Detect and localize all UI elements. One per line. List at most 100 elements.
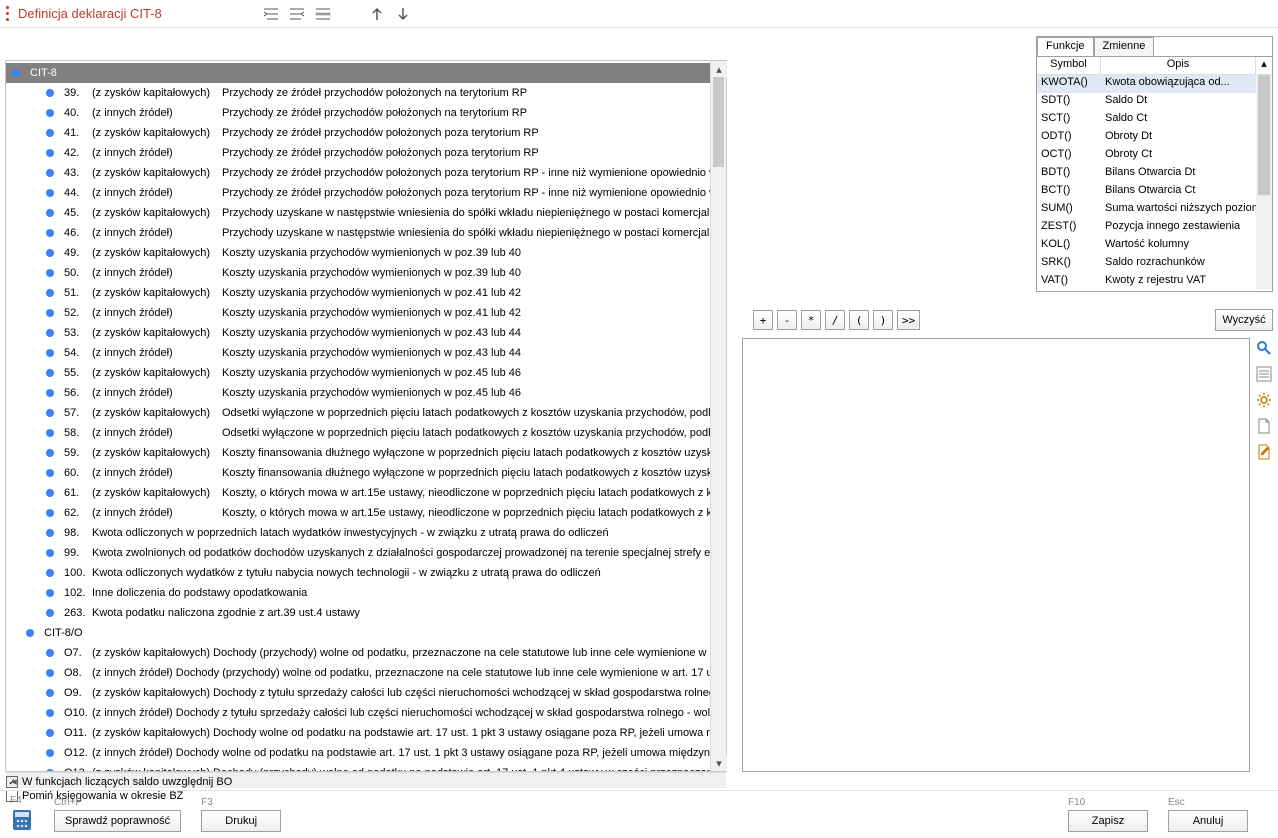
- function-row[interactable]: SUM()Suma wartości niższych poziomów: [1037, 201, 1272, 219]
- tree-row[interactable]: 60.(z innych źródeł)Koszty finansowania …: [6, 463, 726, 483]
- tree-row[interactable]: 52.(z innych źródeł)Koszty uzyskania prz…: [6, 303, 726, 323]
- save-button[interactable]: Zapisz: [1068, 810, 1148, 832]
- edit-icon[interactable]: [1254, 442, 1274, 462]
- rtable-scrollbar[interactable]: [1256, 75, 1272, 289]
- col-header-opis[interactable]: Opis: [1101, 57, 1256, 74]
- tree-row[interactable]: O12.(z innych źródeł) Dochody wolne od p…: [6, 743, 726, 763]
- function-symbol: BCT(): [1037, 183, 1101, 201]
- function-row[interactable]: BCT()Bilans Otwarcia Ct: [1037, 183, 1272, 201]
- function-symbol: KWOTA(): [1037, 75, 1101, 93]
- tree-row[interactable]: O8.(z innych źródeł) Dochody (przychody)…: [6, 663, 726, 683]
- function-row[interactable]: SCT()Saldo Ct: [1037, 111, 1272, 129]
- tree-row[interactable]: 263.Kwota podatku naliczona zgodnie z ar…: [6, 603, 726, 623]
- scroll-up-small-icon[interactable]: ▴: [1256, 57, 1272, 74]
- arrow-down-icon[interactable]: [394, 5, 412, 23]
- tree-root-cit8[interactable]: CIT-8: [6, 63, 726, 83]
- arrow-up-icon[interactable]: [368, 5, 386, 23]
- tree-row[interactable]: 40.(z innych źródeł)Przychody ze źródeł …: [6, 103, 726, 123]
- tree-row[interactable]: 51.(z zysków kapitałowych)Koszty uzyskan…: [6, 283, 726, 303]
- scroll-down-icon[interactable]: ▾: [711, 755, 727, 771]
- row-text: (z zysków kapitałowych) Dochody (przycho…: [92, 647, 726, 659]
- tree-row[interactable]: 44.(z innych źródeł)Przychody ze źródeł …: [6, 183, 726, 203]
- op-mul-button[interactable]: *: [801, 310, 821, 330]
- op-more-button[interactable]: >>: [897, 310, 920, 330]
- collapse-all-icon[interactable]: [288, 5, 306, 23]
- function-row[interactable]: ZEST()Pozycja innego zestawienia: [1037, 219, 1272, 237]
- op-lparen-button[interactable]: (: [849, 310, 869, 330]
- tree-row[interactable]: 55.(z zysków kapitałowych)Koszty uzyskan…: [6, 363, 726, 383]
- row-number: 60.: [64, 467, 92, 479]
- tree-row[interactable]: 43.(z zysków kapitałowych)Przychody ze ź…: [6, 163, 726, 183]
- tree-row[interactable]: 41.(z zysków kapitałowych)Przychody ze ź…: [6, 123, 726, 143]
- list-icon[interactable]: [1254, 364, 1274, 384]
- tree-row[interactable]: 58.(z innych źródeł)Odsetki wyłączone w …: [6, 423, 726, 443]
- search-icon[interactable]: [1254, 338, 1274, 358]
- op-div-button[interactable]: /: [825, 310, 845, 330]
- expand-all-icon[interactable]: [262, 5, 280, 23]
- tree-row[interactable]: 62.(z innych źródeł)Koszty, o których mo…: [6, 503, 726, 523]
- row-text: Koszty uzyskania przychodów wymienionych…: [222, 307, 521, 319]
- row-number: 100.: [64, 567, 92, 579]
- tree-row[interactable]: 42.(z innych źródeł)Przychody ze źródeł …: [6, 143, 726, 163]
- tree-row[interactable]: 98.Kwota odliczonych w poprzednich latac…: [6, 523, 726, 543]
- function-row[interactable]: KOL()Wartość kolumny: [1037, 237, 1272, 255]
- document-icon[interactable]: [1254, 416, 1274, 436]
- tree-row[interactable]: 53.(z zysków kapitałowych)Koszty uzyskan…: [6, 323, 726, 343]
- row-text: (z innych źródeł) Dochody (przychody) wo…: [92, 667, 726, 679]
- formula-editor[interactable]: [742, 338, 1250, 772]
- window-grip-icon: [6, 5, 12, 23]
- row-number: 61.: [64, 487, 92, 499]
- tree-row[interactable]: 59.(z zysków kapitałowych)Koszty finanso…: [6, 443, 726, 463]
- row-text: Odsetki wyłączone w poprzednich pięciu l…: [222, 427, 726, 439]
- titlebar: Definicja deklaracji CIT-8: [0, 0, 1278, 28]
- function-row[interactable]: ODT()Obroty Dt: [1037, 129, 1272, 147]
- function-symbol: SDT(): [1037, 93, 1101, 111]
- calculator-icon[interactable]: [10, 808, 34, 832]
- function-row[interactable]: OCT()Obroty Ct: [1037, 147, 1272, 165]
- tree-row[interactable]: O10.(z innych źródeł) Dochody z tytułu s…: [6, 703, 726, 723]
- op-rparen-button[interactable]: ): [873, 310, 893, 330]
- checkbox-include-bo[interactable]: ✓: [6, 776, 18, 788]
- tree-row[interactable]: O7.(z zysków kapitałowych) Dochody (przy…: [6, 643, 726, 663]
- function-row[interactable]: BDT()Bilans Otwarcia Dt: [1037, 165, 1272, 183]
- op-minus-button[interactable]: -: [777, 310, 797, 330]
- select-line-icon[interactable]: [314, 5, 332, 23]
- tree-row[interactable]: O13.(z zysków kapitałowych) Dochody (prz…: [6, 763, 726, 771]
- tree-row[interactable]: 46.(z innych źródeł)Przychody uzyskane w…: [6, 223, 726, 243]
- function-row[interactable]: SDT()Saldo Dt: [1037, 93, 1272, 111]
- tree-row[interactable]: O9.(z zysków kapitałowych) Dochody z tyt…: [6, 683, 726, 703]
- clear-button[interactable]: Wyczyść: [1215, 309, 1273, 331]
- print-button[interactable]: Drukuj: [201, 810, 281, 832]
- function-row[interactable]: SRK()Saldo rozrachunków: [1037, 255, 1272, 273]
- scroll-thumb[interactable]: [713, 77, 724, 167]
- settings-gear-icon[interactable]: [1254, 390, 1274, 410]
- tree-scrollbar-vertical[interactable]: ▴ ▾: [710, 61, 726, 771]
- row-number: O12.: [64, 747, 92, 759]
- tree-row[interactable]: 49.(z zysków kapitałowych)Koszty uzyskan…: [6, 243, 726, 263]
- tree-row[interactable]: 50.(z innych źródeł)Koszty uzyskania prz…: [6, 263, 726, 283]
- tree-row[interactable]: 61.(z zysków kapitałowych)Koszty, o któr…: [6, 483, 726, 503]
- row-source: (z innych źródeł): [92, 107, 222, 119]
- scroll-up-icon[interactable]: ▴: [711, 61, 727, 77]
- tab-funkcje[interactable]: Funkcje: [1037, 37, 1094, 56]
- tree-row[interactable]: 57.(z zysków kapitałowych)Odsetki wyłącz…: [6, 403, 726, 423]
- tree-row[interactable]: 56.(z innych źródeł)Koszty uzyskania prz…: [6, 383, 726, 403]
- row-source: (z innych źródeł): [92, 507, 222, 519]
- tab-zmienne[interactable]: Zmienne: [1094, 37, 1155, 56]
- check-button[interactable]: Sprawdź poprawność: [54, 810, 181, 832]
- tree-row[interactable]: 99.Kwota zwolnionych od podatków dochodó…: [6, 543, 726, 563]
- col-header-symbol[interactable]: Symbol: [1037, 57, 1101, 74]
- function-desc: Obroty Dt: [1101, 129, 1272, 147]
- tree-row[interactable]: O11.(z zysków kapitałowych) Dochody woln…: [6, 723, 726, 743]
- tree-row[interactable]: 102.Inne doliczenia do podstawy opodatko…: [6, 583, 726, 603]
- function-row[interactable]: KWOTA()Kwota obowiązująca od...: [1037, 75, 1272, 93]
- tree-row[interactable]: 39.(z zysków kapitałowych)Przychody ze ź…: [6, 83, 726, 103]
- tree-node-cit8o[interactable]: CIT-8/O: [6, 623, 726, 643]
- tree-row[interactable]: 54.(z innych źródeł)Koszty uzyskania prz…: [6, 343, 726, 363]
- cancel-button[interactable]: Anuluj: [1168, 810, 1248, 832]
- tree-row[interactable]: 100.Kwota odliczonych wydatków z tytułu …: [6, 563, 726, 583]
- tree-row[interactable]: 45.(z zysków kapitałowych)Przychody uzys…: [6, 203, 726, 223]
- op-plus-button[interactable]: +: [753, 310, 773, 330]
- function-row[interactable]: VAT()Kwoty z rejestru VAT: [1037, 273, 1272, 289]
- function-desc: Wartość kolumny: [1101, 237, 1272, 255]
